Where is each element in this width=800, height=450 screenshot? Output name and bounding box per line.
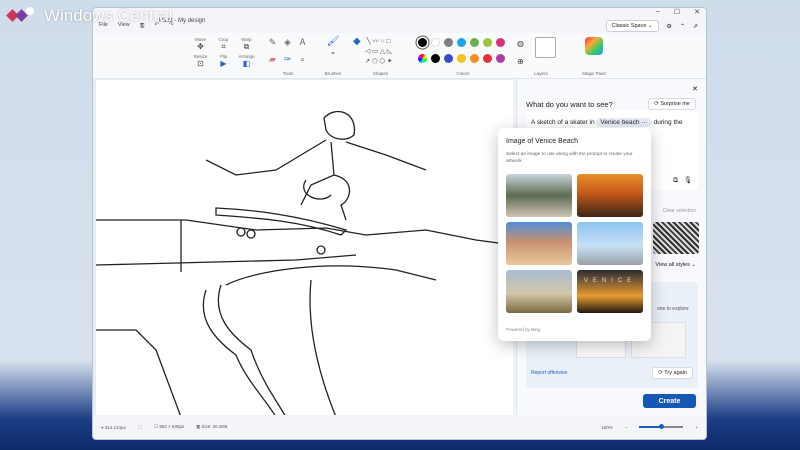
color-swatch[interactable]	[470, 54, 479, 63]
settings-icon[interactable]: ⚙	[667, 23, 672, 30]
collapse-icon[interactable]: ⌃	[680, 23, 685, 30]
canvas-size: ☐ 962 × 635px	[154, 424, 185, 429]
minimize-button[interactable]: –	[656, 8, 660, 16]
powered-by-bing: Powered by Bing	[506, 327, 541, 332]
color-swatch[interactable]	[457, 38, 466, 47]
mic-icon[interactable]: 🎙	[684, 176, 692, 186]
color-swatch[interactable]	[444, 38, 453, 47]
close-panel-icon[interactable]: ✕	[692, 85, 698, 93]
clear-selection-link[interactable]: Clear selection	[663, 208, 696, 214]
edit-colors-icon[interactable]	[418, 54, 427, 63]
eraser-icon[interactable]: ▰	[265, 54, 280, 65]
text-icon[interactable]: A	[295, 37, 310, 48]
color-swatch[interactable]	[457, 54, 466, 63]
pencil-icon[interactable]: ✎	[265, 37, 280, 48]
layers-icon[interactable]: ◍	[517, 39, 524, 49]
color-swatch[interactable]	[431, 38, 440, 47]
image-option-1[interactable]	[506, 174, 572, 217]
magic-paint-icon[interactable]	[585, 37, 603, 55]
color-swatch[interactable]	[470, 38, 479, 47]
arrange-tool[interactable]: Arrange ◧	[235, 54, 258, 69]
venice-beach-popup: Image of Venice Beach Select an image to…	[498, 128, 651, 341]
drawing-canvas[interactable]	[95, 80, 514, 418]
style-thumbnail[interactable]	[653, 222, 699, 254]
warp-tool[interactable]: Warp ⧉	[235, 37, 258, 52]
flip-tool[interactable]: Flip ▶	[212, 54, 235, 69]
watermark: Windows Central	[6, 5, 173, 26]
image-option-6[interactable]: VENICE	[577, 270, 643, 313]
try-again-button[interactable]: ⟳ Try again	[652, 367, 693, 379]
tools-label: Tools	[282, 71, 294, 76]
fill-icon[interactable]: ◈	[280, 37, 295, 48]
close-button[interactable]: ✕	[694, 8, 700, 16]
venice-beach-chip[interactable]: Venice beach ···	[596, 118, 652, 127]
report-offensive-link[interactable]: Report offensive	[531, 370, 567, 376]
selection-icon: ⬚	[137, 424, 143, 429]
image-option-3[interactable]	[506, 222, 572, 265]
layers-label: Layers	[534, 71, 548, 76]
zoom-in-button[interactable]: +	[695, 425, 698, 430]
status-bar: ⌖ 314,124px ⬚ ☐ 962 × 635px 🖫 Size: 20.4…	[93, 415, 706, 439]
move-tool[interactable]: Move ✥	[189, 37, 212, 52]
view-all-styles-link[interactable]: View all styles ⌄	[655, 262, 696, 268]
zoom-level: 100%	[601, 424, 613, 430]
magnifier-icon[interactable]: ⌕	[295, 54, 310, 65]
explore-text: one to explore	[657, 306, 689, 312]
create-button[interactable]: Create	[643, 394, 696, 408]
skater-sketch	[95, 110, 514, 418]
color-swatch[interactable]	[418, 38, 427, 47]
layer-thumbnail[interactable]	[535, 37, 556, 58]
canvas-area	[93, 79, 514, 418]
share-icon[interactable]: ⇗	[693, 23, 698, 30]
color-swatch[interactable]	[444, 54, 453, 63]
file-size: 🖫 Size: 20.4KB	[196, 424, 228, 429]
color-swatch[interactable]	[496, 54, 505, 63]
brushes-label: Brushes	[324, 71, 342, 76]
shape-fill-icon[interactable]: ◆	[353, 37, 361, 67]
add-layer-icon[interactable]: ⊕	[517, 57, 524, 67]
watermark-text: Windows Central	[44, 6, 173, 25]
ribbon: Move ✥ Crop ⌗ Warp ⧉ Resize ⊡ Flip ▶ Arrange ◧…	[93, 33, 706, 79]
colors-group: Colors	[415, 37, 511, 77]
surprise-me-button[interactable]: ⟳ Surprise me	[648, 98, 696, 110]
space-dropdown[interactable]: Classic Space ⌄	[605, 20, 659, 32]
color-swatch[interactable]	[483, 54, 492, 63]
magic-paint-label: Magic Paint	[582, 71, 606, 76]
resize-tool[interactable]: Resize ⊡	[189, 54, 212, 69]
shapes-label: Shapes	[372, 71, 389, 76]
color-picker-icon[interactable]: ✑	[280, 54, 295, 65]
brush-icon[interactable]: 🖌	[327, 37, 340, 47]
popup-description: Select an image to use along with the pr…	[506, 152, 633, 164]
image-option-4[interactable]	[577, 222, 643, 265]
popup-title: Image of Venice Beach	[506, 138, 578, 145]
zoom-out-button[interactable]: −	[625, 425, 628, 430]
windows-central-logo-icon	[6, 5, 38, 25]
zoom-slider[interactable]	[639, 424, 684, 429]
image-option-5[interactable]	[506, 270, 572, 313]
colors-label: Colors	[456, 71, 470, 76]
maximize-button[interactable]: ☐	[674, 8, 680, 16]
crop-tool[interactable]: Crop ⌗	[212, 37, 235, 52]
color-swatch[interactable]	[483, 38, 492, 47]
panel-heading: What do you want to see?	[526, 100, 613, 109]
image-prompt-icon[interactable]: ⧉	[673, 176, 678, 186]
cursor-position: ⌖ 314,124px	[101, 424, 126, 430]
color-swatch[interactable]	[431, 54, 440, 63]
image-option-2[interactable]	[577, 174, 643, 217]
shapes-gallery[interactable]: ╲ 〰 ○ □ ◁ ▭ △ ◺ ↗ ⬠ ⬡ ✦	[365, 37, 393, 67]
color-swatch[interactable]	[496, 38, 505, 47]
